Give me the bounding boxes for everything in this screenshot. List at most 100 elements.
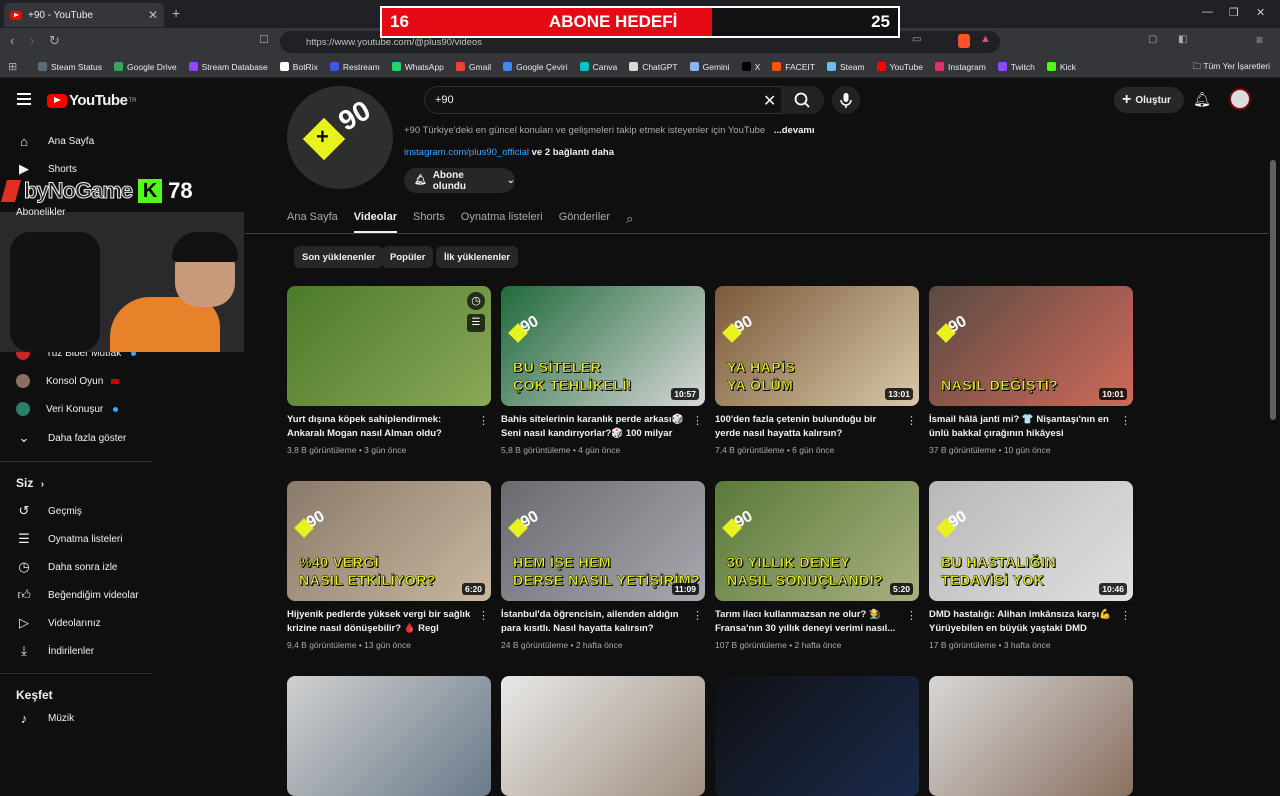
- create-button[interactable]: + Oluştur: [1114, 87, 1184, 113]
- bookmark-item[interactable]: ChatGPT: [629, 62, 678, 72]
- bookmark-item[interactable]: Instagram: [934, 62, 986, 72]
- search-box[interactable]: +90 ✕: [424, 86, 824, 114]
- video-title[interactable]: İsmail hâlâ janti mi? 👕 Nişantaşı'nın en…: [929, 413, 1133, 441]
- more-actions-icon[interactable]: ⋮: [692, 414, 703, 427]
- more-actions-icon[interactable]: ⋮: [906, 414, 917, 427]
- sidebar-item-watch-later[interactable]: ◷ Daha sonra izle: [16, 559, 117, 575]
- bookmark-item[interactable]: YouTube: [876, 62, 923, 72]
- maximize-icon[interactable]: ❐: [1229, 6, 1239, 19]
- sidebar-item-downloads[interactable]: ⤓ İndirilenler: [16, 643, 94, 659]
- sidebar-channel[interactable]: Veri Konuşur: [16, 402, 119, 416]
- notifications-icon[interactable]: 🔔︎: [1193, 91, 1211, 108]
- video-thumbnail[interactable]: 90 HEM İŞE HEM DERSE NASIL YETİŞİRİM? 11:09: [501, 481, 705, 601]
- bookmark-item[interactable]: X: [741, 62, 760, 72]
- tab-shorts[interactable]: Shorts: [413, 205, 445, 233]
- new-tab-button[interactable]: +: [172, 5, 180, 21]
- you-section-heading[interactable]: Siz ›: [16, 476, 44, 490]
- more-actions-icon[interactable]: ⋮: [478, 414, 489, 427]
- youtube-logo[interactable]: YouTube TR: [47, 92, 136, 109]
- video-title[interactable]: 100'den fazla çetenin bulunduğu bir yerd…: [715, 413, 919, 441]
- brave-shield-icon[interactable]: [958, 34, 970, 48]
- video-thumbnail[interactable]: [287, 676, 491, 796]
- sidebar-item-your-videos[interactable]: ▷ Videolarınız: [16, 615, 101, 631]
- bookmark-page-icon[interactable]: ☐: [259, 33, 269, 46]
- close-window-icon[interactable]: ✕: [1256, 6, 1265, 19]
- bookmark-item[interactable]: Gmail: [455, 62, 491, 72]
- video-thumbnail[interactable]: [715, 676, 919, 796]
- more-actions-icon[interactable]: ⋮: [1120, 414, 1131, 427]
- tab-posts[interactable]: Gönderiler: [559, 205, 610, 233]
- show-more-button[interactable]: ⌄ Daha fazla göster: [16, 430, 127, 446]
- bookmark-item[interactable]: Steam Status: [38, 62, 102, 72]
- chip-latest[interactable]: Son yüklenenler: [294, 246, 384, 268]
- minimize-icon[interactable]: —: [1202, 6, 1213, 18]
- video-thumbnail[interactable]: 90 %40 VERGİ NASIL ETKİLİYOR? 6:20: [287, 481, 491, 601]
- video-title[interactable]: Hijyenik pedlerde yüksek vergi bir sağlı…: [287, 608, 491, 636]
- channel-avatar-large[interactable]: + 90: [287, 86, 393, 189]
- bookmark-item[interactable]: Stream Database: [188, 62, 268, 72]
- sidebar-item-home[interactable]: ⌂ Ana Sayfa: [16, 133, 94, 149]
- video-card[interactable]: 90 30 YILLIK DENEY NASIL SONUÇLANDI? 5:20 T…: [715, 481, 919, 650]
- bookmark-item[interactable]: Canva: [579, 62, 617, 72]
- channel-more-link[interactable]: ...devamı: [774, 125, 815, 136]
- guide-menu-icon[interactable]: [17, 93, 31, 105]
- sidebar-item-liked-videos[interactable]: 👍︎ Beğendiğim videolar: [16, 587, 138, 603]
- channel-instagram-link[interactable]: instagram.com/plus90_official: [404, 147, 529, 158]
- sidebar-toggle-icon[interactable]: ◧: [1178, 34, 1187, 45]
- sidebar-item-music[interactable]: ♪ Müzik: [16, 710, 74, 726]
- channel-search-icon[interactable]: ⌕: [626, 205, 633, 233]
- video-thumbnail[interactable]: 90 30 YILLIK DENEY NASIL SONUÇLANDI? 5:20: [715, 481, 919, 601]
- account-avatar[interactable]: [1229, 88, 1251, 110]
- video-thumbnail[interactable]: 90 BU SİTELER ÇOK TEHLİKELİ! 10:57: [501, 286, 705, 406]
- video-title[interactable]: Tarım ilacı kullanmazsan ne olur? 🧑‍🌾 Fr…: [715, 608, 919, 636]
- more-actions-icon[interactable]: ⋮: [1120, 609, 1131, 622]
- rewards-icon[interactable]: ▲: [980, 33, 991, 45]
- chip-popular[interactable]: Popüler: [382, 246, 434, 268]
- video-card[interactable]: 90 YA HAPİS YA ÖLÜM 13:01 100'den fazla çet…: [715, 286, 919, 455]
- video-card[interactable]: 90 BU SİTELER ÇOK TEHLİKELİ! 10:57 Bahis si…: [501, 286, 705, 455]
- tab-playlists[interactable]: Oynatma listeleri: [461, 205, 543, 233]
- chip-oldest[interactable]: İlk yüklenenler: [436, 246, 519, 268]
- page-scrollbar[interactable]: [1270, 160, 1276, 420]
- video-card[interactable]: 90 NASIL DEĞİŞTİ? 10:01 İsmail hâlâ janti …: [929, 286, 1133, 455]
- apps-grid-icon[interactable]: ⊞: [8, 60, 17, 73]
- browser-tab[interactable]: +90 - YouTube ✕: [4, 3, 164, 27]
- close-tab-icon[interactable]: ✕: [148, 8, 158, 22]
- search-button[interactable]: [781, 86, 824, 114]
- bookmark-item[interactable]: Kick: [1046, 62, 1076, 72]
- all-bookmarks[interactable]: 🗀 Tüm Yer İşaretleri: [1193, 61, 1270, 75]
- video-card[interactable]: 90 HEM İŞE HEM DERSE NASIL YETİŞİRİM? 11:09…: [501, 481, 705, 650]
- video-thumbnail[interactable]: 90 NASIL DEĞİŞTİ? 10:01: [929, 286, 1133, 406]
- back-icon[interactable]: ‹: [10, 33, 14, 48]
- cast-icon[interactable]: ▭: [912, 34, 921, 45]
- more-actions-icon[interactable]: ⋮: [692, 609, 703, 622]
- add-to-queue-icon[interactable]: ☰: [467, 314, 485, 332]
- video-title[interactable]: Yurt dışına köpek sahiplendirmek: Ankara…: [287, 413, 491, 441]
- bookmark-item[interactable]: WhatsApp: [391, 62, 444, 72]
- bookmark-item[interactable]: Google Drive: [114, 62, 177, 72]
- video-thumbnail[interactable]: 90 YA HAPİS YA ÖLÜM 13:01: [715, 286, 919, 406]
- video-card[interactable]: 90 %40 VERGİ NASIL ETKİLİYOR? 6:20 Hijyenik…: [287, 481, 491, 650]
- video-title[interactable]: DMD hastalığı: Alihan imkânsıza karşı💪 Y…: [929, 608, 1133, 636]
- more-actions-icon[interactable]: ⋮: [478, 609, 489, 622]
- extensions-icon[interactable]: ▢: [1148, 34, 1157, 45]
- bookmark-item[interactable]: Restream: [329, 62, 380, 72]
- bookmark-item[interactable]: BotRix: [279, 62, 318, 72]
- bookmark-item[interactable]: Steam: [827, 62, 865, 72]
- video-thumbnail[interactable]: ◷ ☰: [287, 286, 491, 406]
- sidebar-item-shorts[interactable]: ▶ Shorts: [16, 161, 77, 177]
- menu-icon[interactable]: ≡: [1256, 33, 1263, 47]
- sidebar-item-history[interactable]: ↺ Geçmiş: [16, 503, 82, 519]
- subscribed-button[interactable]: 🔔︎ Abone olundu ⌄: [404, 168, 515, 193]
- video-card[interactable]: 90 BU HASTALIĞIN TEDAVİSİ YOK 10:46 DMD has…: [929, 481, 1133, 650]
- video-card[interactable]: ◷ ☰ Yurt dışına köpek sahiplendirmek: Ank…: [287, 286, 491, 455]
- video-thumbnail[interactable]: [501, 676, 705, 796]
- more-actions-icon[interactable]: ⋮: [906, 609, 917, 622]
- bookmark-item[interactable]: Twitch: [997, 62, 1035, 72]
- channel-links[interactable]: instagram.com/plus90_official ve 2 bağla…: [404, 147, 614, 158]
- search-input[interactable]: +90: [435, 94, 454, 106]
- reload-icon[interactable]: ↻: [49, 33, 60, 49]
- tab-home[interactable]: Ana Sayfa: [287, 205, 338, 233]
- video-thumbnail[interactable]: [929, 676, 1133, 796]
- bookmark-item[interactable]: Gemini: [689, 62, 730, 72]
